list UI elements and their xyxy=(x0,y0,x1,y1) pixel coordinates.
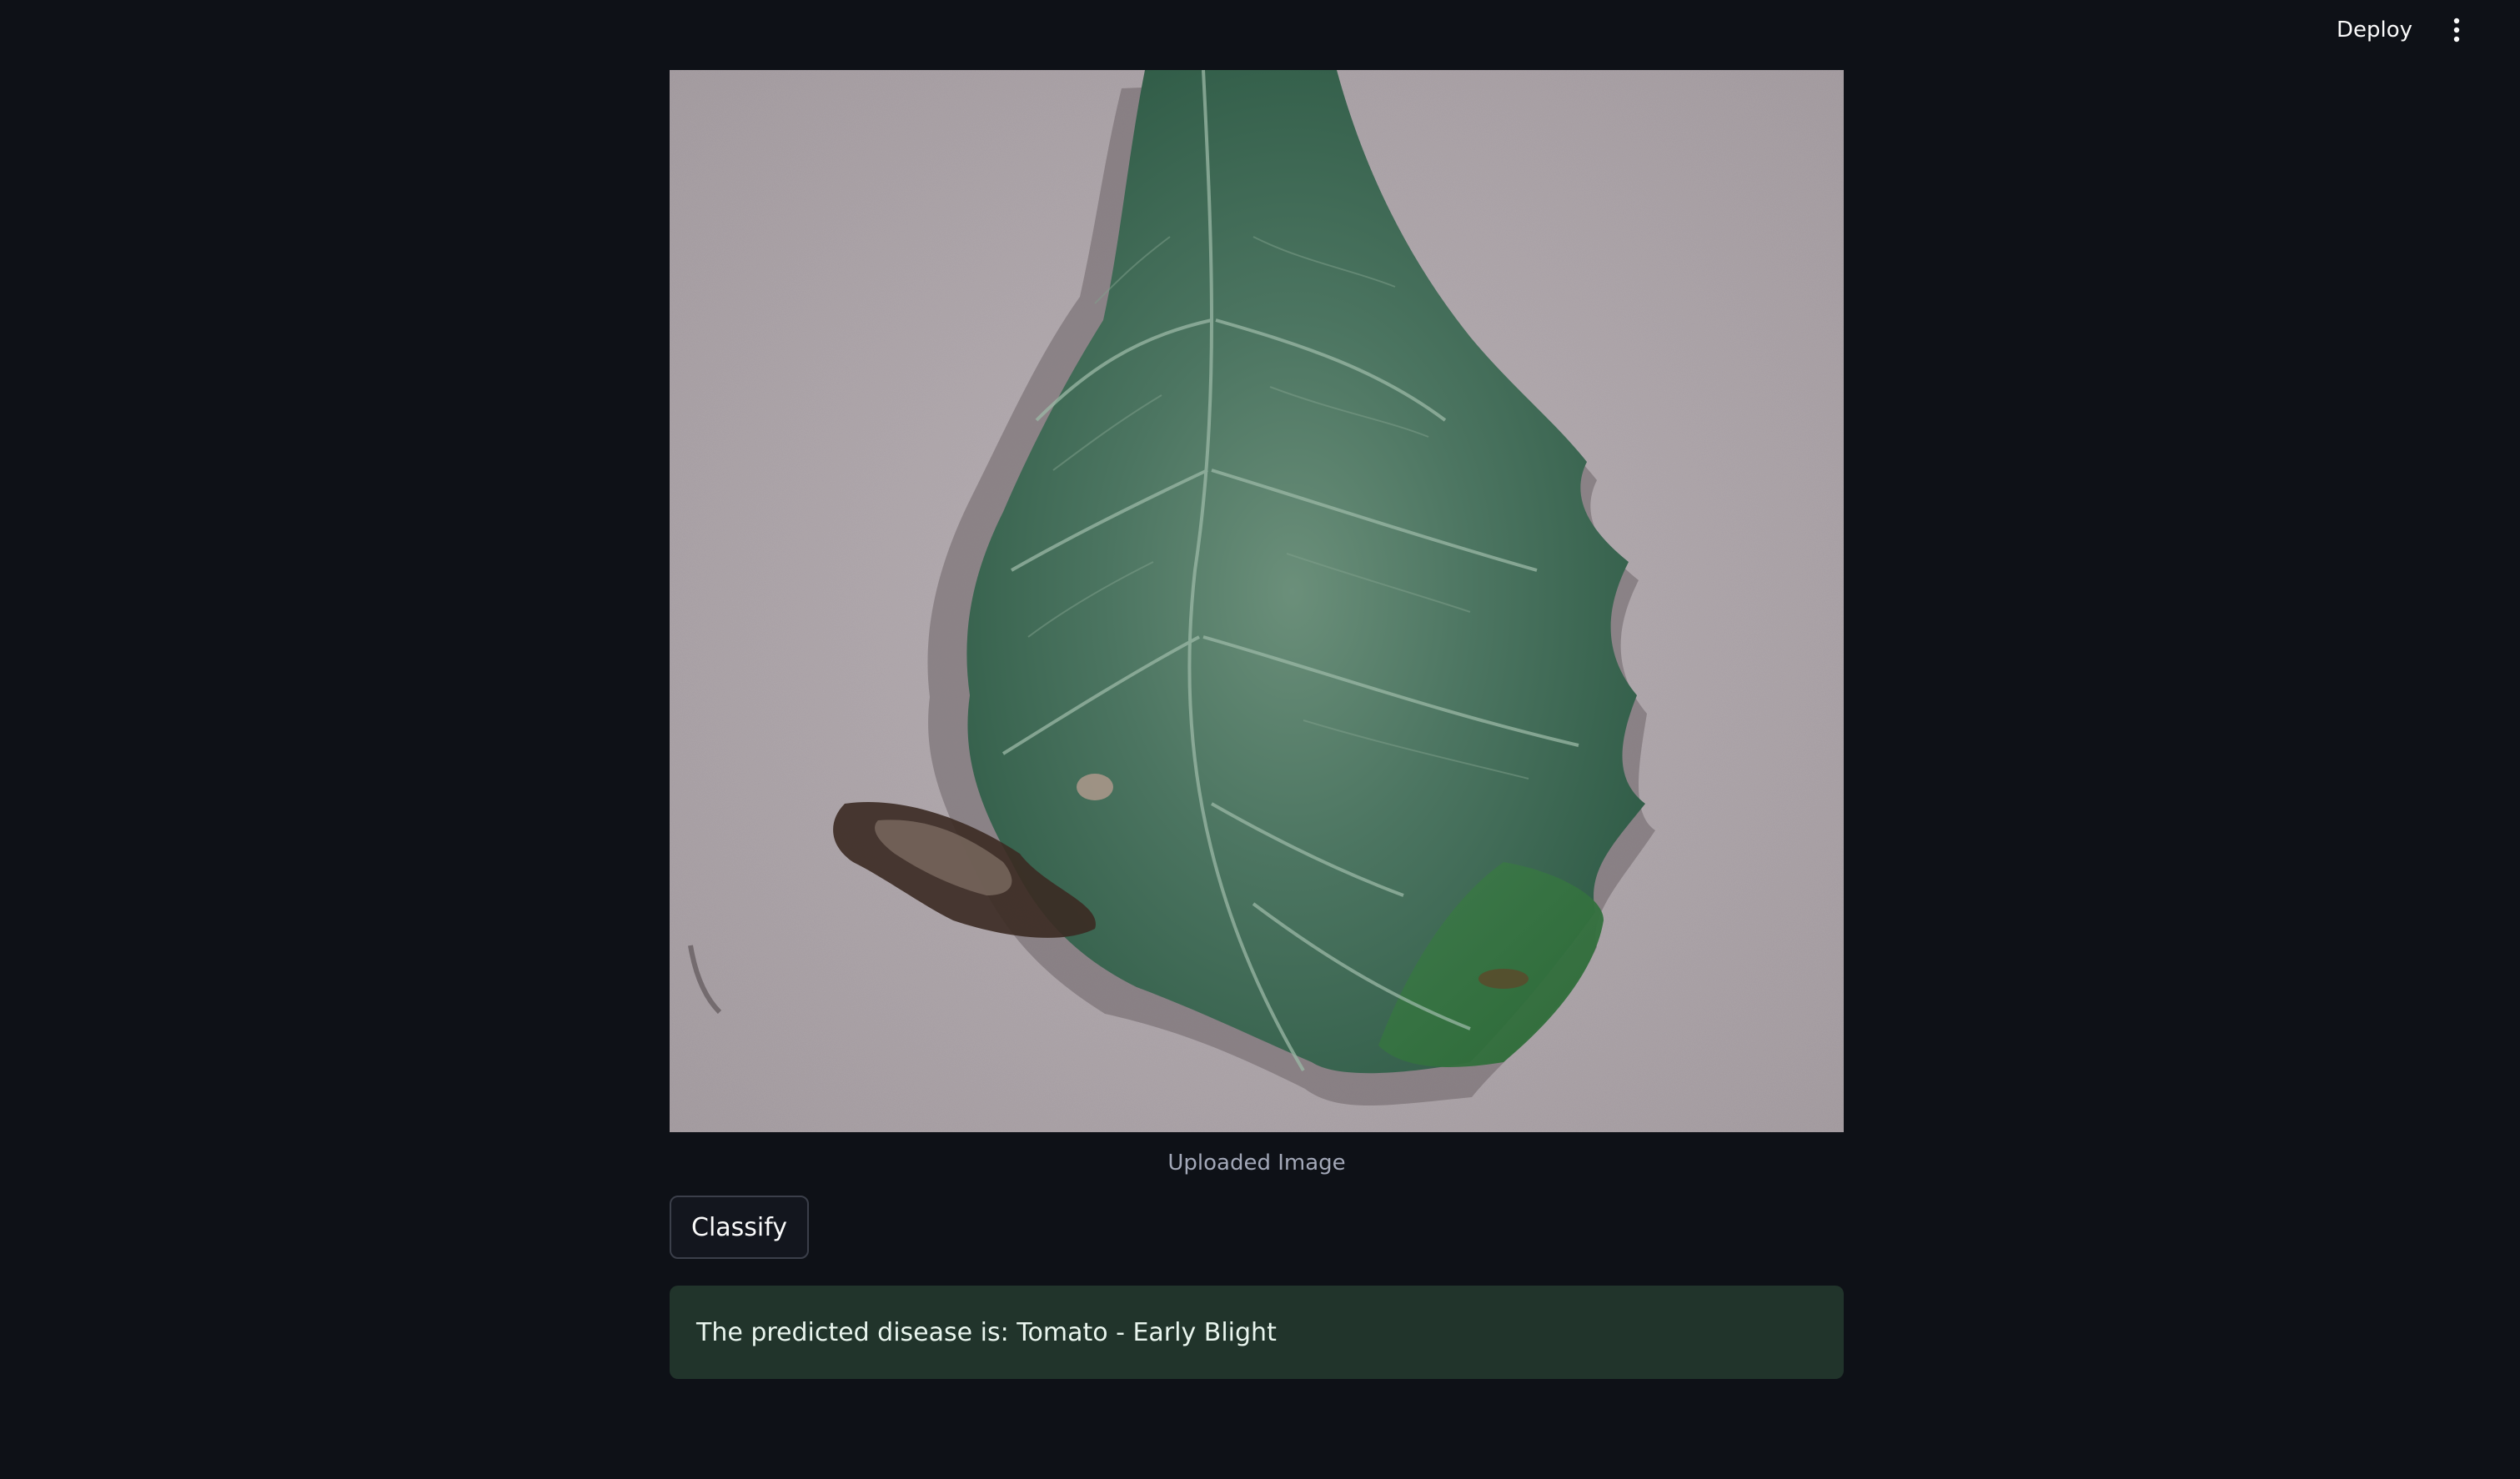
prediction-result-alert: The predicted disease is: Tomato - Early… xyxy=(670,1286,1844,1379)
kebab-menu-icon xyxy=(2453,18,2460,43)
classify-button[interactable]: Classify xyxy=(670,1196,810,1259)
main-menu-button[interactable] xyxy=(2440,13,2473,47)
app-header: Deploy xyxy=(0,0,2520,60)
deploy-button[interactable]: Deploy xyxy=(2327,13,2422,47)
prediction-message: The predicted disease is: Tomato - Early… xyxy=(696,1317,1277,1347)
uploaded-image xyxy=(670,70,1844,1132)
main-content: Uploaded Image Classify The predicted di… xyxy=(670,70,1844,1379)
image-caption: Uploaded Image xyxy=(1167,1151,1346,1176)
